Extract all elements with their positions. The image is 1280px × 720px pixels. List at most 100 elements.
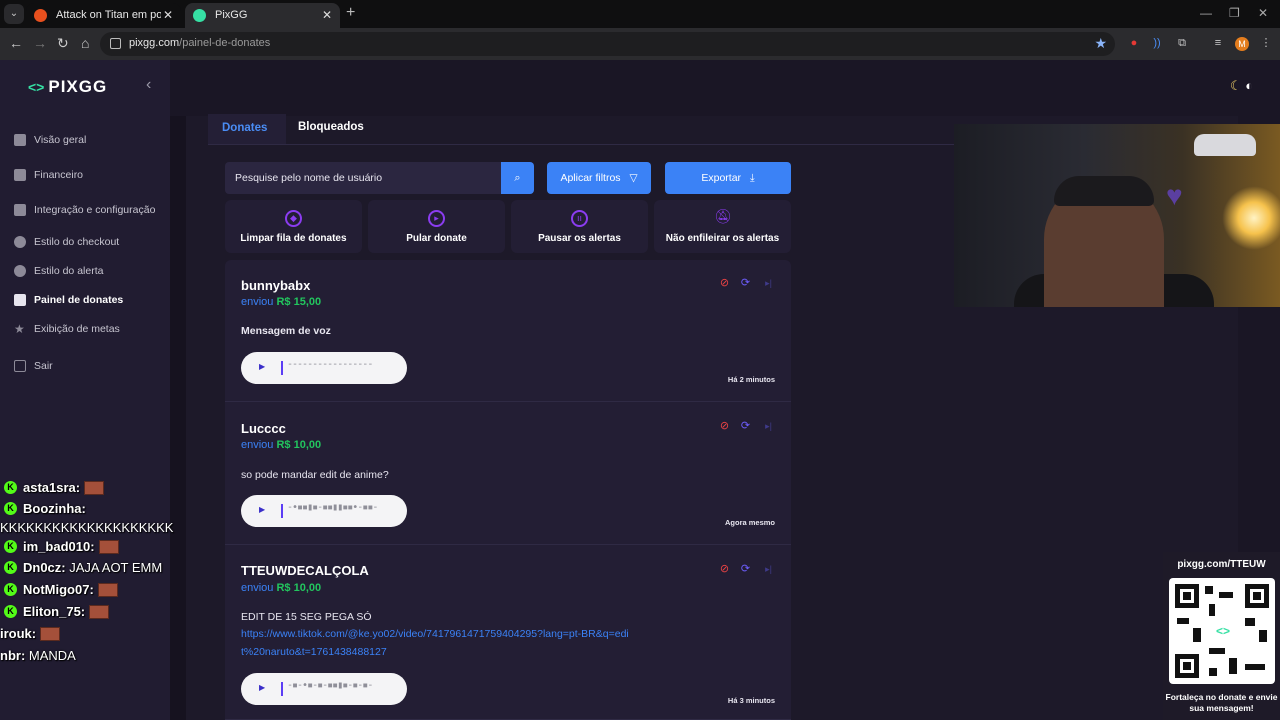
tab-title: PixGG — [215, 9, 248, 21]
tab-search-button[interactable]: ⌄ — [4, 4, 24, 24]
eraser-icon: ◆ — [285, 210, 302, 227]
playhead[interactable] — [281, 682, 283, 696]
block-user-icon[interactable]: ⊘ — [718, 420, 731, 433]
forward-icon[interactable]: → — [33, 35, 47, 51]
replay-icon[interactable]: ⟳ — [739, 563, 752, 576]
block-user-icon[interactable]: ⊘ — [718, 563, 731, 576]
browser-tab-attack-on-titan[interactable]: Attack on Titan em português b ✕ — [26, 3, 181, 28]
skip-icon: ▸ — [428, 210, 445, 227]
qr-module — [1209, 604, 1215, 616]
skip-icon[interactable]: ▸| — [762, 420, 775, 433]
minimize-icon[interactable]: — — [1200, 6, 1212, 20]
extension-red-icon[interactable]: ● — [1127, 36, 1141, 50]
play-icon[interactable]: ▶ — [259, 683, 265, 692]
donation-time: Há 2 minutos — [727, 375, 775, 384]
donation-message: EDIT DE 15 SEG PEGA SÓ — [241, 611, 372, 623]
donation-amount-line: enviou R$ 10,00 — [241, 439, 322, 451]
pause-alerts-button[interactable]: ıı Pausar os alertas — [511, 200, 648, 253]
playhead[interactable] — [281, 361, 283, 375]
url-text: pixgg.com/painel-de-donates — [129, 37, 271, 49]
sidebar-item-visao-geral[interactable]: Visão geral — [14, 134, 86, 146]
qr-module — [1177, 618, 1189, 624]
donation-message: Mensagem de voz — [241, 325, 331, 337]
donor-name: Lucccc — [241, 421, 286, 436]
browser-tabbar: ⌄ Attack on Titan em português b ✕ PixGG… — [0, 0, 1280, 28]
kick-badge-icon: K — [4, 502, 17, 515]
person-hair-shape — [1054, 176, 1154, 206]
close-window-icon[interactable]: ✕ — [1258, 6, 1268, 20]
browser-tab-pixgg[interactable]: PixGG ✕ — [185, 3, 340, 28]
theme-toggle-moon-icon[interactable]: ☾ ◐ — [1230, 78, 1253, 94]
reload-icon[interactable]: ↻ — [57, 35, 69, 52]
clear-queue-button[interactable]: ◆ Limpar fila de donates — [225, 200, 362, 253]
address-bar[interactable]: pixgg.com/painel-de-donates ★ — [100, 32, 1115, 56]
sidebar-item-sair[interactable]: Sair — [14, 360, 53, 372]
sidebar-item-estilo-alerta[interactable]: Estilo do alerta — [14, 265, 103, 277]
new-tab-icon[interactable]: + — [346, 4, 355, 22]
site-info-icon[interactable] — [110, 38, 121, 49]
skip-icon[interactable]: ▸| — [762, 277, 775, 290]
qr-module — [1229, 658, 1237, 674]
audio-player[interactable]: ▶ ----------------- — [241, 352, 407, 384]
emote-icon — [98, 539, 119, 554]
playhead[interactable] — [281, 504, 283, 518]
restore-icon[interactable]: ❐ — [1229, 6, 1240, 20]
close-icon[interactable]: ✕ — [163, 3, 173, 27]
play-icon[interactable]: ▶ — [259, 362, 265, 371]
donation-time: Há 3 minutos — [727, 696, 775, 705]
audio-player[interactable]: ▶ -•▪▪▮▪-▪▪▮▮▪▪•-▪▪- — [241, 495, 407, 527]
sidebar-item-exibicao-metas[interactable]: ★ Exibição de metas — [14, 323, 120, 335]
emote-icon — [97, 582, 118, 597]
replay-icon[interactable]: ⟳ — [739, 277, 752, 290]
collapse-sidebar-icon[interactable]: ‹ — [146, 76, 151, 94]
tab-bloqueados[interactable]: Bloqueados — [298, 121, 364, 133]
profile-avatar[interactable]: M — [1235, 37, 1249, 51]
sidebar-item-integracao[interactable]: Integração e configuração — [14, 204, 155, 216]
tab-title: Attack on Titan em português b — [56, 9, 161, 21]
chat-message: K Boozinha: — [0, 501, 86, 516]
tabs-divider — [208, 144, 954, 145]
qr-finder — [1175, 654, 1199, 678]
sidebar-item-estilo-checkout[interactable]: Estilo do checkout — [14, 236, 119, 248]
chat-message: KKKKKKKKKKKKKKKKKKKK — [0, 520, 174, 535]
skip-donate-button[interactable]: ▸ Pular donate — [368, 200, 505, 253]
export-button[interactable]: Exportar ⤓ — [665, 162, 791, 194]
donation-card: bunnybabx enviou R$ 15,00 Mensagem de vo… — [225, 260, 791, 402]
lamp-light-shape — [1222, 186, 1280, 250]
qr-module — [1219, 592, 1233, 598]
extension-waves-icon[interactable]: )) — [1150, 36, 1164, 50]
pixgg-logo-icon: <> — [1211, 622, 1235, 640]
donation-link[interactable]: https://www.tiktok.com/@ke.yo02/video/74… — [241, 625, 631, 661]
apply-filters-button[interactable]: Aplicar filtros ▽ — [547, 162, 651, 194]
sidebar-item-financeiro[interactable]: Financeiro — [14, 169, 83, 181]
back-icon[interactable]: ← — [9, 35, 23, 51]
qr-module — [1259, 630, 1267, 642]
settings-icon — [14, 204, 26, 216]
menu-dots-icon[interactable]: ⋮ — [1259, 36, 1273, 50]
sidebar-item-painel-donates[interactable]: Painel de donates — [14, 294, 123, 306]
media-icon[interactable]: ≡ — [1211, 36, 1225, 50]
play-icon[interactable]: ▶ — [259, 505, 265, 514]
search-input[interactable]: Pesquise pelo nome de usuário — [225, 162, 501, 194]
skip-icon[interactable]: ▸| — [762, 563, 775, 576]
site-favicon-icon — [34, 9, 47, 22]
close-icon[interactable]: ✕ — [322, 3, 332, 27]
bookmark-star-icon[interactable]: ★ — [1094, 35, 1107, 52]
qr-caption: Fortaleça no donate e envie sua mensagem… — [1165, 692, 1278, 713]
tab-donates[interactable]: Donates — [222, 122, 267, 134]
emote-icon — [84, 480, 105, 495]
qr-module — [1245, 618, 1255, 626]
top-header — [170, 60, 1280, 116]
block-user-icon[interactable]: ⊘ — [718, 277, 731, 290]
chat-message: nbr: MANDA — [0, 648, 76, 663]
replay-icon[interactable]: ⟳ — [739, 420, 752, 433]
browser-toolbar: ← → ↻ ⌂ pixgg.com/painel-de-donates ★ ● … — [0, 28, 1280, 60]
dont-queue-alerts-button[interactable]: 🔕︎ Não enfileirar os alertas — [654, 200, 791, 253]
home-icon[interactable]: ⌂ — [81, 35, 89, 51]
search-button[interactable]: ⌕ — [501, 162, 534, 194]
pixgg-logo[interactable]: <> PIXGG — [28, 77, 107, 97]
extensions-puzzle-icon[interactable]: ⧉ — [1175, 36, 1189, 50]
audio-player[interactable]: ▶ -▪-•▪-▪-▪▪▮▪-▪-▪- — [241, 673, 407, 705]
donor-name: TTEUWDECALÇOLA — [241, 563, 369, 578]
palette-icon — [14, 236, 26, 248]
